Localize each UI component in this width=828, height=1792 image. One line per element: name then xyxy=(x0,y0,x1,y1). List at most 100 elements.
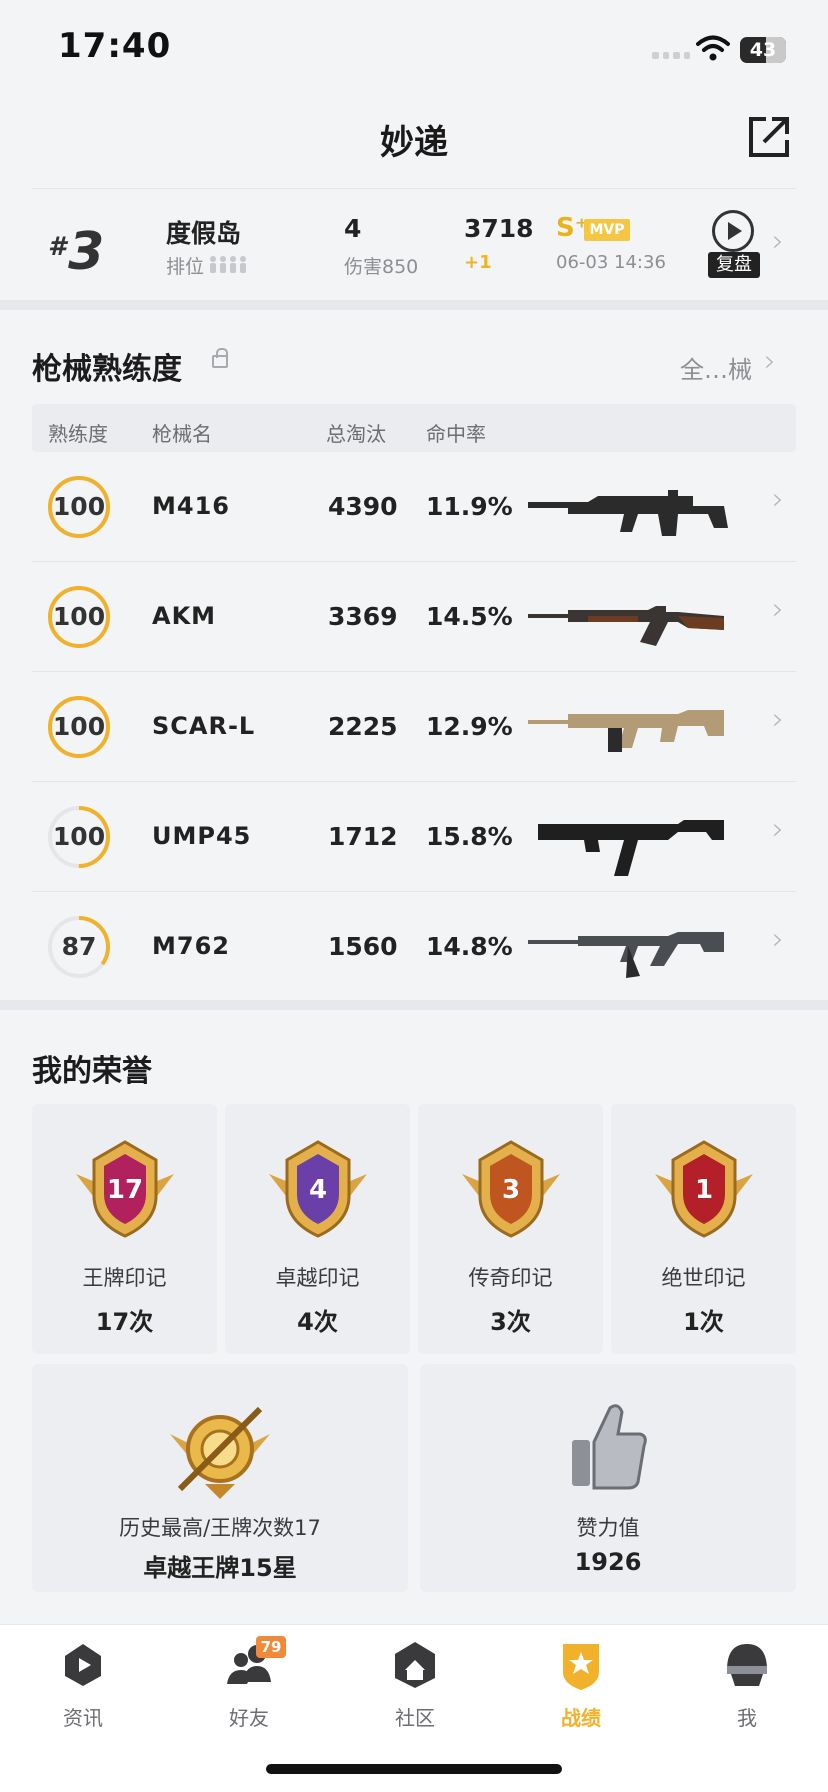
section-separator xyxy=(0,1000,828,1010)
proficiency-value: 100 xyxy=(52,492,106,521)
honor-badge-icon: 1 xyxy=(654,1140,753,1238)
weapon-row[interactable]: 100 M416 4390 11.9% › xyxy=(32,452,796,562)
honor-label: 传奇印记 xyxy=(468,1266,553,1290)
home-indicator[interactable] xyxy=(266,1764,562,1774)
honor-badge-icon: 4 xyxy=(268,1140,367,1238)
likes-card[interactable]: 赞力值 1926 xyxy=(420,1364,796,1592)
lock-icon[interactable] xyxy=(212,348,228,368)
mvp-badge: MVP xyxy=(584,219,630,241)
honor-badges-row: 17 王牌印记 17次 4 卓越印记 4次 3 传奇印记 3次 1 绝世印记 1… xyxy=(32,1104,796,1354)
tab-profile-helmet[interactable]: 我 xyxy=(664,1636,828,1731)
weapon-accuracy: 11.9% xyxy=(426,492,513,521)
weapon-row[interactable]: 87 M762 1560 14.8% › xyxy=(32,892,796,1002)
tab-community[interactable]: 社区 xyxy=(332,1636,498,1731)
best-rank-label: 历史最高/王牌次数17 xyxy=(119,1516,321,1540)
weapon-row[interactable]: 100 AKM 3369 14.5% › xyxy=(32,562,796,672)
honor-card[interactable]: 3 传奇印记 3次 xyxy=(418,1104,603,1354)
tab-label: 资讯 xyxy=(63,1706,103,1730)
honor-badge-number: 4 xyxy=(308,1175,326,1205)
honor-count: 3次 xyxy=(490,1308,531,1336)
proficiency-value: 87 xyxy=(61,932,97,961)
honor-card[interactable]: 4 卓越印记 4次 xyxy=(225,1104,410,1354)
weapon-kills: 4390 xyxy=(328,492,398,521)
battery-icon: 43 xyxy=(740,37,786,63)
status-time: 17:40 xyxy=(58,26,172,66)
honor-label: 卓越印记 xyxy=(275,1266,360,1290)
recent-match-row[interactable] xyxy=(0,190,828,302)
match-mode: 排位 xyxy=(166,256,205,278)
match-kills: 4 xyxy=(344,214,362,243)
chevron-right-icon: › xyxy=(772,592,784,627)
proficiency-value: 100 xyxy=(52,602,106,631)
ace-crest-icon xyxy=(170,1406,270,1499)
section-separator xyxy=(0,300,828,310)
col-total-kills: 总淘汰 xyxy=(326,422,386,446)
honor-count: 1次 xyxy=(683,1308,724,1336)
tab-news[interactable]: 资讯 xyxy=(0,1636,166,1731)
weapons-table-header xyxy=(32,404,796,452)
akm-rifle-icon xyxy=(528,606,724,646)
tab-label: 战绩 xyxy=(561,1706,601,1730)
likes-label: 赞力值 xyxy=(576,1516,640,1540)
profile-helmet-icon xyxy=(727,1644,767,1686)
tab-label: 我 xyxy=(737,1706,757,1730)
proficiency-value: 100 xyxy=(52,822,106,851)
chevron-right-icon: › xyxy=(772,482,784,517)
page-title: 妙递 xyxy=(380,123,448,163)
m416-rifle-icon xyxy=(528,490,728,536)
share-icon[interactable] xyxy=(746,114,792,160)
battery-level: 43 xyxy=(749,39,777,61)
chevron-right-icon[interactable]: › xyxy=(764,344,776,379)
chevron-right-icon: › xyxy=(772,922,784,957)
weapon-name: SCAR-L xyxy=(152,712,256,740)
honors-section-title: 我的荣誉 xyxy=(32,1054,152,1089)
tab-friends[interactable]: 好友 xyxy=(166,1636,332,1731)
honor-count: 17次 xyxy=(95,1308,154,1336)
honor-badge-number: 1 xyxy=(694,1175,712,1205)
weapon-accuracy: 15.8% xyxy=(426,822,513,851)
wifi-icon xyxy=(696,35,730,61)
weapon-name: AKM xyxy=(152,602,217,630)
replay-button[interactable]: 复盘 xyxy=(708,252,760,278)
col-accuracy: 命中率 xyxy=(426,422,486,446)
ump45-smg-icon xyxy=(538,820,724,876)
weapon-accuracy: 14.8% xyxy=(426,932,513,961)
weapon-row[interactable]: 100 UMP45 1712 15.8% › xyxy=(32,782,796,892)
tab-label: 好友 xyxy=(229,1706,269,1730)
weapon-accuracy: 12.9% xyxy=(426,712,513,741)
cellular-signal-icon xyxy=(652,52,690,59)
honor-count: 4次 xyxy=(297,1308,338,1336)
match-datetime: 06-03 14:36 xyxy=(556,252,666,273)
best-rank-card[interactable]: 历史最高/王牌次数17 卓越王牌15星 xyxy=(32,1364,408,1592)
replay-icon[interactable] xyxy=(712,210,754,252)
header-divider xyxy=(32,188,796,189)
col-proficiency: 熟练度 xyxy=(48,422,108,446)
chevron-right-icon: › xyxy=(772,812,784,847)
all-weapons-link[interactable]: 全…械 xyxy=(680,350,752,385)
weapon-name: M762 xyxy=(152,932,230,960)
weapon-kills: 2225 xyxy=(328,712,398,741)
m762-rifle-icon xyxy=(528,932,724,978)
weapon-row[interactable]: 100 SCAR-L 2225 12.9% › xyxy=(32,672,796,782)
match-rank: #3 xyxy=(48,222,105,282)
proficiency-value: 100 xyxy=(52,712,106,741)
honor-label: 王牌印记 xyxy=(82,1266,167,1290)
tab-label: 社区 xyxy=(395,1706,435,1730)
best-rank-value: 卓越王牌15星 xyxy=(143,1554,297,1582)
thumbs-up-icon xyxy=(572,1404,647,1490)
honor-card[interactable]: 1 绝世印记 1次 xyxy=(611,1104,796,1354)
chevron-right-icon: › xyxy=(772,702,784,737)
match-map: 度假岛 xyxy=(166,219,242,248)
weapon-kills: 3369 xyxy=(328,602,398,631)
weapons-section-title: 枪械熟练度 xyxy=(32,352,182,387)
match-score: 3718 xyxy=(464,214,534,243)
honor-card[interactable]: 17 王牌印记 17次 xyxy=(32,1104,217,1354)
squad-icon xyxy=(210,256,246,273)
chevron-right-icon: › xyxy=(772,224,784,259)
honor-badge-number: 17 xyxy=(106,1175,142,1205)
honor-badge-icon: 17 xyxy=(75,1140,174,1238)
likes-value: 1926 xyxy=(574,1548,642,1576)
tab-record[interactable]: 战绩 xyxy=(498,1636,664,1731)
weapon-kills: 1712 xyxy=(328,822,398,851)
record-icon xyxy=(563,1644,599,1690)
